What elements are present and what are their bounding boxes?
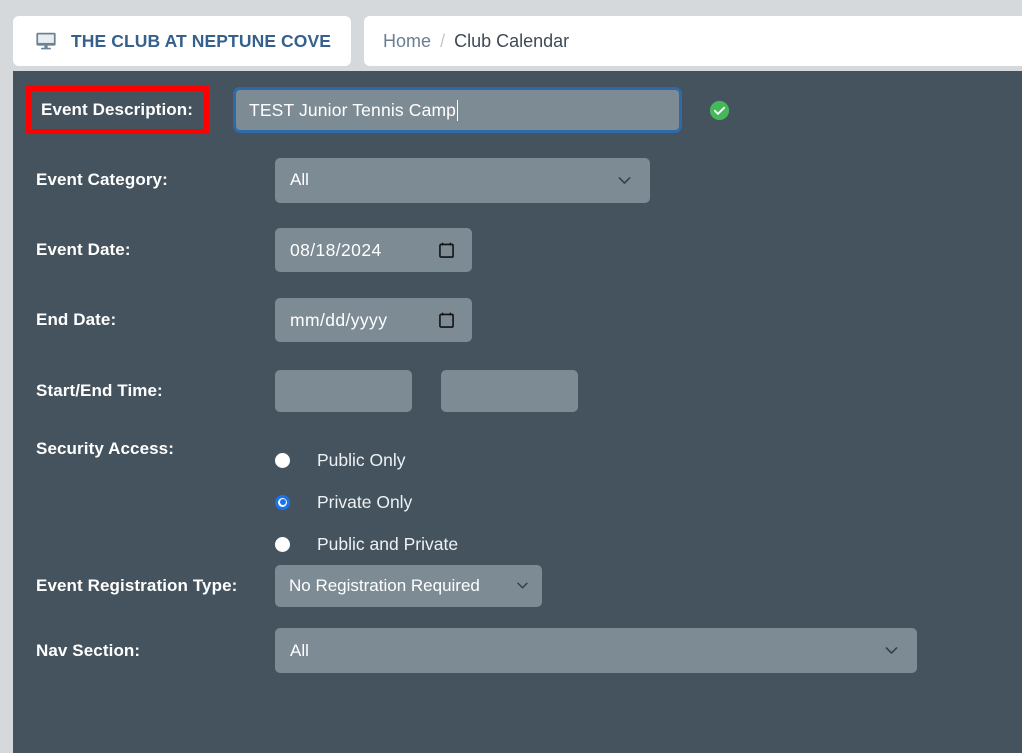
event-category-label: Event Category: — [36, 170, 168, 189]
radio-button-selected[interactable] — [275, 494, 290, 510]
event-category-value: All — [290, 170, 309, 189]
nav-section-value: All — [290, 640, 309, 660]
calendar-icon[interactable] — [439, 242, 454, 258]
event-description-label: Event Description: — [41, 100, 193, 119]
event-date-label: Event Date: — [36, 240, 131, 259]
event-description-input[interactable]: TEST Junior Tennis Camp — [233, 87, 682, 133]
row-nav-section: Nav Section: All — [13, 618, 1022, 683]
row-event-category: Event Category: All — [13, 145, 1022, 215]
text-cursor — [457, 99, 459, 121]
event-registration-type-value: No Registration Required — [289, 575, 480, 595]
radio-button[interactable] — [275, 452, 290, 468]
event-registration-type-select[interactable]: No Registration Required — [275, 564, 542, 607]
breadcrumb-current: Club Calendar — [454, 30, 570, 51]
radio-option-public-and-private[interactable]: Public and Private — [275, 523, 458, 565]
brand-card[interactable]: THE CLUB AT NEPTUNE COVE — [13, 16, 352, 66]
row-event-date: Event Date: 08/18/2024 — [13, 215, 1022, 285]
end-date-label: End Date: — [36, 310, 117, 329]
event-date-value: 08/18/2024 — [290, 239, 382, 260]
page-header: THE CLUB AT NEPTUNE COVE Home / Club Cal… — [0, 0, 1022, 71]
radio-label: Private Only — [317, 491, 413, 512]
radio-option-public-only[interactable]: Public Only — [275, 439, 458, 481]
chevron-down-icon — [885, 647, 898, 654]
chevron-down-icon — [618, 176, 631, 184]
brand-title: THE CLUB AT NEPTUNE COVE — [71, 30, 332, 51]
radio-label: Public and Private — [317, 533, 459, 554]
nav-section-select[interactable]: All — [275, 628, 917, 673]
annotation-highlight-box: Event Description: — [26, 86, 209, 134]
end-date-input[interactable]: mm/dd/yyyy — [275, 298, 472, 342]
end-time-input[interactable] — [441, 370, 578, 412]
start-time-input[interactable] — [275, 370, 412, 412]
breadcrumb-home-link[interactable]: Home — [383, 31, 431, 52]
row-end-date: End Date: mm/dd/yyyy — [13, 285, 1022, 355]
event-form-panel: Event Description: TEST Junior Tennis Ca… — [13, 71, 1022, 753]
event-description-value: TEST Junior Tennis Camp — [249, 99, 457, 120]
radio-option-private-only[interactable]: Private Only — [275, 481, 458, 523]
event-category-select[interactable]: All — [275, 157, 650, 203]
chevron-down-icon — [517, 582, 528, 589]
security-access-label: Security Access: — [36, 439, 174, 458]
event-registration-type-label: Event Registration Type: — [36, 575, 238, 595]
nav-section-label: Nav Section: — [36, 640, 141, 660]
row-security-access: Security Access: Public Only Private Onl… — [13, 427, 1022, 554]
row-event-description: Event Description: TEST Junior Tennis Ca… — [13, 71, 1022, 145]
radio-label: Public Only — [317, 449, 406, 470]
desktop-monitor-icon — [36, 32, 56, 50]
calendar-icon[interactable] — [439, 312, 454, 328]
start-end-time-label: Start/End Time: — [36, 381, 163, 400]
row-start-end-time: Start/End Time: — [13, 355, 1022, 427]
breadcrumb: Home / Club Calendar — [364, 16, 1022, 66]
radio-button[interactable] — [275, 536, 290, 552]
row-event-registration-type: Event Registration Type: No Registration… — [13, 553, 1022, 618]
breadcrumb-separator: / — [440, 30, 446, 51]
end-date-value: mm/dd/yyyy — [290, 309, 388, 330]
event-date-input[interactable]: 08/18/2024 — [275, 228, 472, 272]
security-access-radio-group: Public Only Private Only Public and Priv… — [275, 439, 458, 565]
check-circle-icon — [709, 100, 730, 120]
